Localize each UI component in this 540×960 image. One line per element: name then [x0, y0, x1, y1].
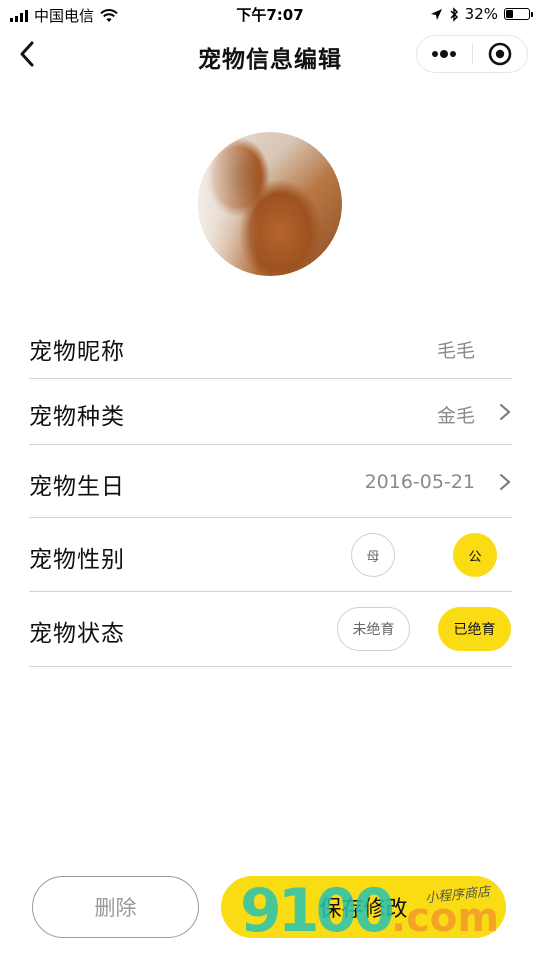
battery-percent: 32%	[464, 5, 498, 23]
more-button[interactable]	[417, 35, 472, 73]
watermark-main: 9100	[240, 876, 395, 946]
delete-button[interactable]: 删除	[32, 876, 199, 938]
gender-label: 宠物性别	[29, 547, 125, 573]
bluetooth-icon	[450, 6, 458, 22]
nickname-label: 宠物昵称	[29, 339, 125, 365]
birthday-value: 2016-05-21	[364, 471, 475, 493]
gender-option-male[interactable]: 公	[453, 533, 497, 577]
chevron-right-icon	[500, 474, 511, 490]
nickname-row[interactable]: 宠物昵称 毛毛	[29, 318, 512, 379]
chevron-right-icon	[500, 404, 511, 420]
status-row: 宠物状态 未绝育 已绝育	[29, 592, 512, 667]
more-dots-icon	[432, 50, 457, 58]
battery-fill	[506, 10, 513, 18]
status-right: 32%	[430, 5, 533, 23]
pet-avatar[interactable]	[198, 132, 342, 276]
record-icon	[488, 42, 512, 66]
navigation-bar: 宠物信息编辑	[0, 28, 540, 80]
birthday-row[interactable]: 宠物生日 2016-05-21	[29, 445, 512, 518]
close-mini-program-button[interactable]	[472, 35, 527, 73]
pet-info-form: 宠物昵称 毛毛 宠物种类 金毛 宠物生日 2016-05-21 宠物性别 母 公…	[29, 318, 512, 667]
breed-row[interactable]: 宠物种类 金毛	[29, 379, 512, 445]
nickname-value[interactable]: 毛毛	[437, 336, 475, 363]
gender-option-female[interactable]: 母	[351, 533, 395, 577]
battery-icon	[504, 8, 533, 20]
status-label: 宠物状态	[29, 621, 125, 647]
status-option-neutered[interactable]: 已绝育	[438, 607, 511, 651]
status-option-unneutered[interactable]: 未绝育	[337, 607, 410, 651]
breed-label: 宠物种类	[29, 404, 125, 430]
birthday-label: 宠物生日	[29, 474, 125, 500]
gender-row: 宠物性别 母 公	[29, 518, 512, 592]
breed-value: 金毛	[436, 405, 475, 427]
mini-program-capsule	[416, 35, 528, 73]
location-arrow-icon	[430, 8, 442, 20]
avatar-background	[198, 132, 258, 276]
status-bar: 中国电信 下午7:07 32%	[0, 0, 540, 28]
